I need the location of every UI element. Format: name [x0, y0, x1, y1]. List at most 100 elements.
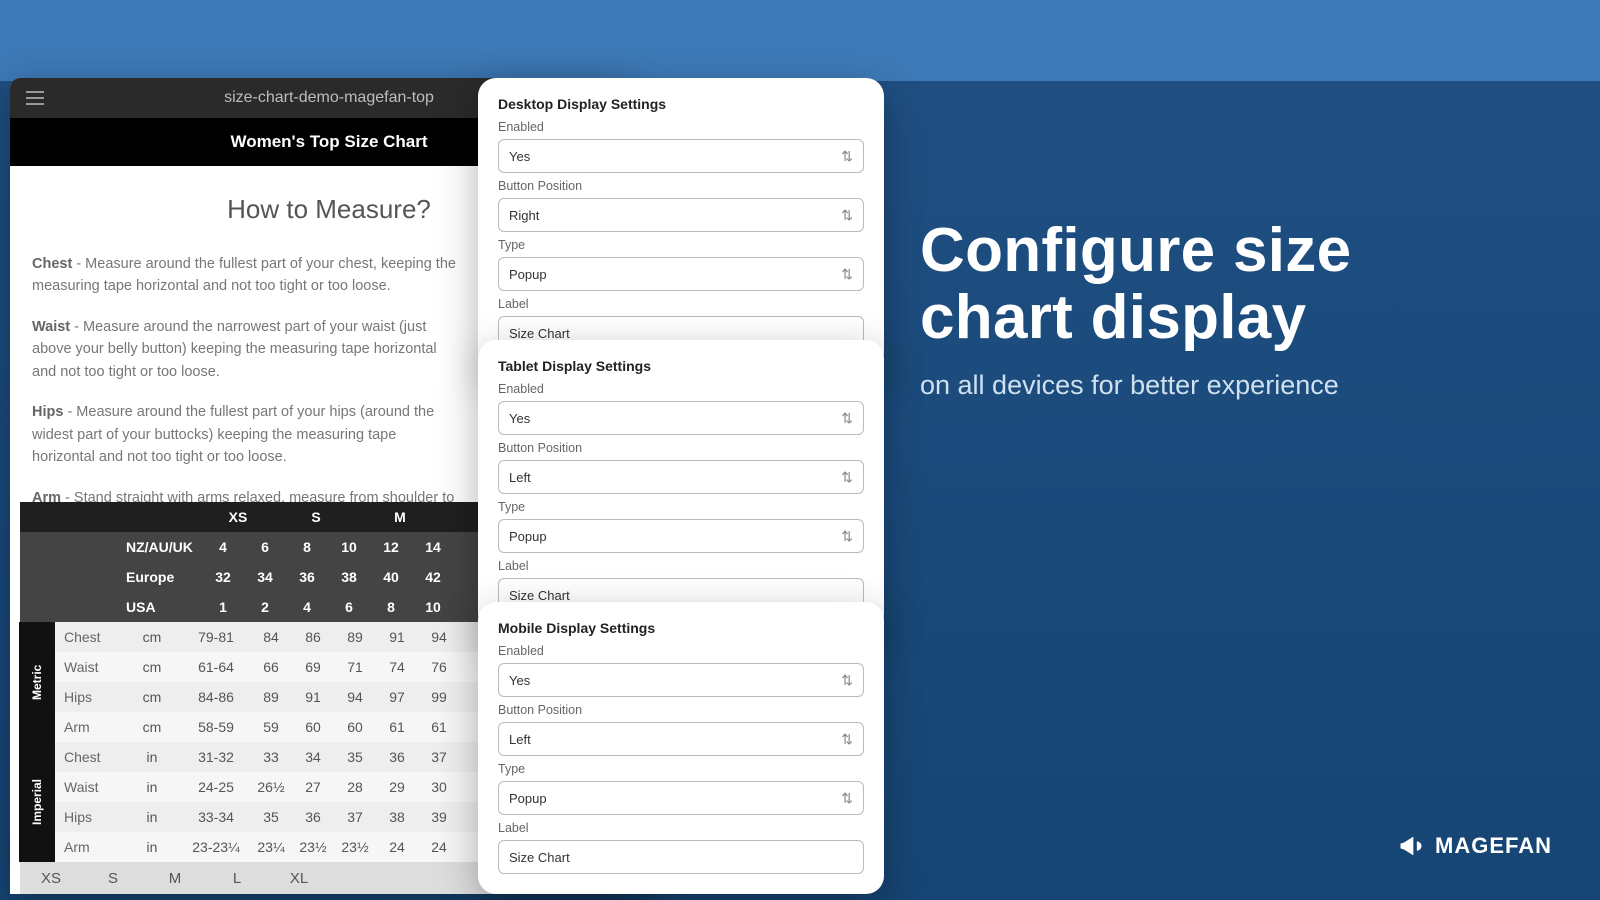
table-cell: 89: [334, 622, 376, 652]
table-cell: 33: [250, 742, 292, 772]
desktop-settings-panel: Desktop Display Settings Enabled Yes⇅ Bu…: [478, 78, 884, 370]
table-cell: 35: [250, 802, 292, 832]
table-cell: 60: [334, 712, 376, 742]
hamburger-icon[interactable]: [10, 86, 60, 110]
table-cell: 2: [244, 592, 286, 622]
table-cell: 58-59: [182, 712, 250, 742]
field-label: Type: [498, 762, 864, 776]
button-position-select[interactable]: Right⇅: [498, 198, 864, 232]
table-cell: 99: [418, 682, 460, 712]
panel-title: Mobile Display Settings: [498, 620, 864, 636]
row-unit: in: [122, 772, 182, 802]
table-cell: 6: [328, 592, 370, 622]
enabled-select[interactable]: Yes⇅: [498, 663, 864, 697]
table-cell: 34: [244, 562, 286, 592]
table-cell: 26½: [250, 772, 292, 802]
type-select[interactable]: Popup⇅: [498, 519, 864, 553]
table-cell: 4: [202, 532, 244, 562]
table-cell: 42: [412, 562, 454, 592]
field-label: Enabled: [498, 382, 864, 396]
measure-label: Hips: [32, 404, 63, 420]
headline-line2: chart display: [920, 283, 1306, 352]
row-measure: Chest: [56, 622, 122, 652]
row-unit: in: [122, 742, 182, 772]
row-unit: cm: [122, 652, 182, 682]
chevron-updown-icon: ⇅: [841, 731, 853, 748]
region-name: USA: [116, 592, 202, 622]
row-measure: Waist: [56, 652, 122, 682]
footer-size[interactable]: S: [82, 870, 144, 887]
field-label: Enabled: [498, 120, 864, 134]
field-label: Label: [498, 821, 864, 835]
label-input[interactable]: Size Chart: [498, 840, 864, 874]
table-cell: 6: [244, 532, 286, 562]
enabled-select[interactable]: Yes⇅: [498, 401, 864, 435]
type-select[interactable]: Popup⇅: [498, 257, 864, 291]
table-cell: 35: [334, 742, 376, 772]
table-cell: 23-23¼: [182, 832, 250, 862]
button-position-select[interactable]: Left⇅: [498, 722, 864, 756]
table-cell: 39: [418, 802, 460, 832]
field-label: Enabled: [498, 644, 864, 658]
table-cell: 97: [376, 682, 418, 712]
panel-title: Tablet Display Settings: [498, 358, 864, 374]
table-cell: 94: [334, 682, 376, 712]
chevron-updown-icon: ⇅: [841, 148, 853, 165]
table-cell: 91: [292, 682, 334, 712]
table-cell: 29: [376, 772, 418, 802]
footer-size[interactable]: M: [144, 870, 206, 887]
row-measure: Arm: [56, 712, 122, 742]
field-label: Button Position: [498, 441, 864, 455]
size-col: XS: [202, 502, 274, 532]
row-unit: cm: [122, 682, 182, 712]
chevron-updown-icon: ⇅: [841, 469, 853, 486]
chevron-updown-icon: ⇅: [841, 790, 853, 807]
table-cell: 36: [286, 562, 328, 592]
chevron-updown-icon: ⇅: [841, 207, 853, 224]
measure-label: Waist: [32, 319, 70, 335]
field-label: Label: [498, 297, 864, 311]
table-cell: 79-81: [182, 622, 250, 652]
table-cell: 71: [334, 652, 376, 682]
footer-size[interactable]: XL: [268, 870, 330, 887]
table-cell: 23¼: [250, 832, 292, 862]
footer-size[interactable]: XS: [20, 870, 82, 887]
table-cell: 8: [370, 592, 412, 622]
table-cell: 84-86: [182, 682, 250, 712]
tablet-settings-panel: Tablet Display Settings Enabled Yes⇅ But…: [478, 340, 884, 632]
footer-size[interactable]: L: [206, 870, 268, 887]
enabled-select[interactable]: Yes⇅: [498, 139, 864, 173]
table-cell: 10: [412, 592, 454, 622]
table-cell: 33-34: [182, 802, 250, 832]
table-cell: 24-25: [182, 772, 250, 802]
table-cell: 89: [250, 682, 292, 712]
table-cell: 28: [334, 772, 376, 802]
metric-side-label: Metric: [19, 622, 55, 742]
measure-label: Chest: [32, 256, 72, 272]
chevron-updown-icon: ⇅: [841, 266, 853, 283]
row-measure: Hips: [56, 802, 122, 832]
region-name: Europe: [116, 562, 202, 592]
button-position-select[interactable]: Left⇅: [498, 460, 864, 494]
table-cell: 34: [292, 742, 334, 772]
row-measure: Arm: [56, 832, 122, 862]
table-cell: 10: [328, 532, 370, 562]
chevron-updown-icon: ⇅: [841, 672, 853, 689]
measure-text: - Measure around the fullest part of you…: [32, 404, 434, 465]
table-cell: 24: [376, 832, 418, 862]
size-col: M: [358, 502, 442, 532]
table-cell: 38: [376, 802, 418, 832]
size-col: S: [274, 502, 358, 532]
row-measure: Chest: [56, 742, 122, 772]
table-cell: 37: [418, 742, 460, 772]
table-cell: 4: [286, 592, 328, 622]
measure-text: - Measure around the narrowest part of y…: [32, 319, 437, 380]
type-select[interactable]: Popup⇅: [498, 781, 864, 815]
table-cell: 76: [418, 652, 460, 682]
table-cell: 86: [292, 622, 334, 652]
table-cell: 23½: [292, 832, 334, 862]
table-cell: 31-32: [182, 742, 250, 772]
brand-logo: MAGEFAN: [1397, 832, 1552, 860]
table-cell: 74: [376, 652, 418, 682]
table-cell: 32: [202, 562, 244, 592]
